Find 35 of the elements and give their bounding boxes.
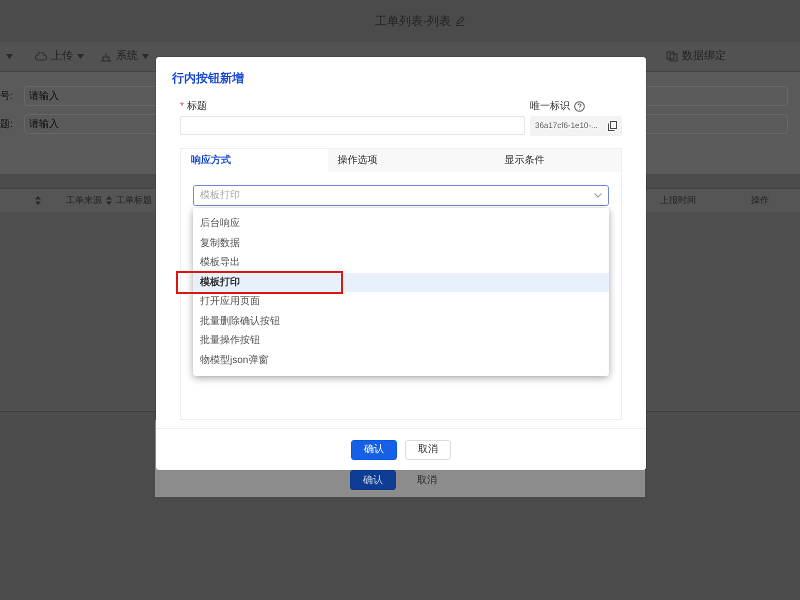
title-input[interactable] [180, 116, 525, 135]
select-value: 模板打印 [200, 188, 240, 203]
id-value: 36a17cf6-1e10-... [535, 120, 598, 132]
chevron-icon [594, 193, 602, 198]
dropdown-option[interactable]: 复制数据 [193, 234, 609, 253]
pencil-icon[interactable] [455, 16, 465, 26]
dropdown-option[interactable]: 批量删除确认按钮 [193, 312, 609, 331]
tab[interactable]: 操作选项 [328, 149, 474, 172]
dropdown-option[interactable]: 打开应用页面 [193, 292, 609, 312]
squares-icon [666, 51, 678, 62]
confirm-button[interactable]: 确认 [351, 440, 397, 460]
dropdown-option[interactable]: 模板导出 [193, 253, 609, 272]
caret-icon [6, 54, 13, 59]
filter-label: 号: [0, 90, 14, 104]
sort-icon[interactable] [35, 196, 41, 205]
cloud-icon [35, 52, 47, 62]
cancel-button[interactable]: 取消 [405, 440, 451, 460]
cancel-button[interactable]: 取消 [404, 470, 450, 490]
tab[interactable]: 响应方式 [181, 149, 328, 172]
filter-label: 题: [0, 118, 14, 132]
dialog-title: 行内按钮新增 [172, 70, 245, 87]
help-icon[interactable] [574, 100, 585, 112]
field-label: 唯一标识 [530, 100, 570, 114]
sort-icon[interactable] [106, 196, 112, 205]
confirm-button[interactable]: 确认 [350, 470, 396, 490]
required-mark: * [180, 100, 184, 114]
dropdown-option[interactable]: 模板打印 [193, 272, 609, 292]
sitemap-icon [100, 52, 112, 62]
dropdown-option[interactable]: 物模型json弹窗 [193, 350, 609, 370]
dropdown-option[interactable]: 后台响应 [193, 214, 609, 234]
dropdown-option[interactable]: 批量操作按钮 [193, 331, 609, 350]
field-label: 标题 [186, 100, 207, 114]
tab[interactable]: 显示条件 [474, 149, 621, 172]
copy-icon[interactable] [608, 121, 617, 131]
id-field[interactable]: 36a17cf6-1e10-... [530, 116, 622, 136]
